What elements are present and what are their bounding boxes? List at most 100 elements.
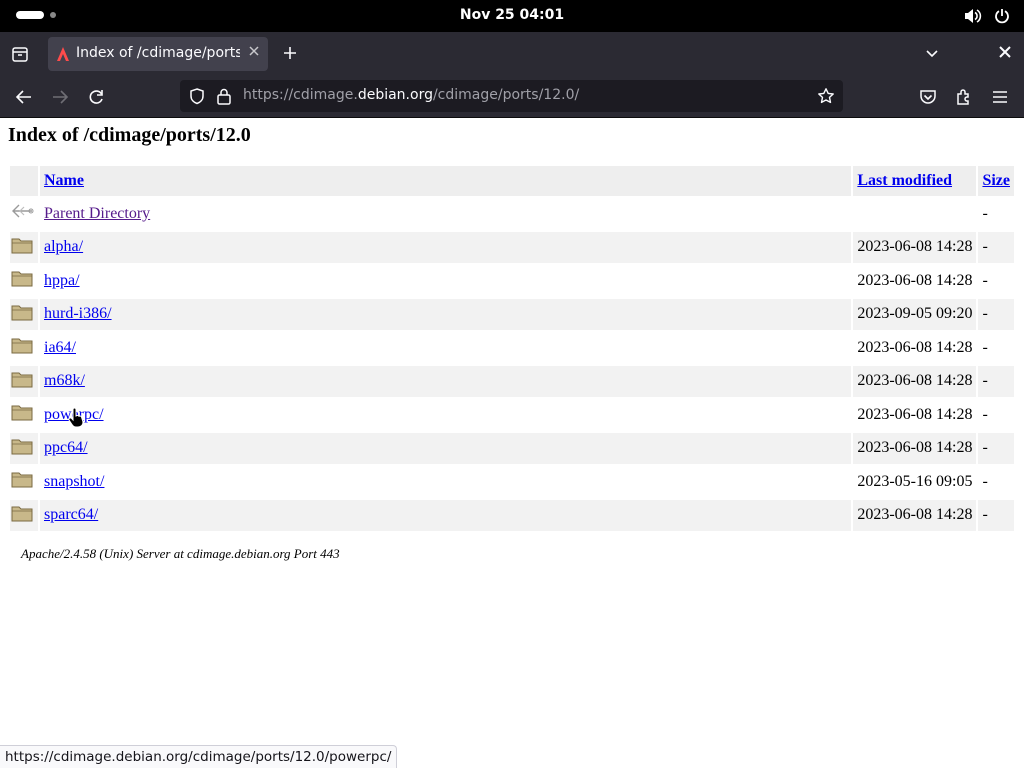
modified-cell: 2023-06-08 14:28 — [857, 271, 973, 289]
table-row: sparc64/ 2023-06-08 14:28 - — [10, 499, 1014, 531]
size-cell: - — [982, 271, 988, 289]
name-cell: powerpc/ — [40, 399, 851, 431]
directory-link[interactable]: alpha/ — [44, 238, 83, 255]
modified-column-header: Last modified — [853, 166, 977, 196]
tab-bar: Index of /cdimage/ports/12.0/ — [0, 32, 1024, 76]
forward-icon[interactable] — [50, 87, 70, 107]
directory-link[interactable]: ia64/ — [44, 339, 76, 356]
size-cell: - — [982, 405, 988, 423]
modified-cell: 2023-06-08 14:28 — [853, 365, 977, 397]
system-top-bar: Nov 25 04:01 — [0, 0, 1024, 32]
back-arrow-icon — [10, 198, 38, 230]
folder-icon — [10, 231, 38, 263]
address-bar[interactable]: https://cdimage.debian.org/cdimage/ports… — [180, 80, 843, 112]
power-icon — [994, 8, 1010, 28]
directory-link[interactable]: hppa/ — [44, 272, 80, 289]
page-content: Index of /cdimage/ports/12.0 Name Last m… — [0, 118, 1024, 768]
navigation-toolbar: https://cdimage.debian.org/cdimage/ports… — [0, 76, 1024, 118]
clock[interactable]: Nov 25 04:01 — [0, 7, 1024, 23]
hand-pointer-cursor-icon — [68, 407, 84, 433]
size-cell: - — [982, 472, 988, 490]
page-title: Index of /cdimage/ports/12.0 — [8, 124, 251, 146]
debian-favicon-icon — [56, 46, 70, 66]
folder-icon — [10, 399, 38, 431]
size-cell: - — [982, 338, 988, 356]
directory-link[interactable]: hurd-i386/ — [44, 305, 112, 322]
size-column-header: Size — [978, 166, 1014, 196]
table-row: snapshot/ 2023-05-16 09:05 - — [10, 466, 1014, 498]
tab-title: Index of /cdimage/ports/12.0/ — [76, 45, 240, 61]
lock-icon[interactable] — [216, 87, 232, 109]
folder-icon — [10, 332, 38, 364]
url-scheme: https://cdimage. — [243, 87, 358, 103]
directory-link[interactable]: ppc64/ — [44, 439, 88, 456]
window-close-icon[interactable] — [998, 45, 1012, 63]
list-all-tabs-icon[interactable] — [10, 44, 30, 64]
link-status-panel: https://cdimage.debian.org/cdimage/ports… — [0, 745, 398, 768]
back-icon[interactable] — [14, 87, 34, 107]
table-row: powerpc/ 2023-06-08 14:28 - — [10, 399, 1014, 431]
modified-cell: 2023-09-05 09:20 — [853, 298, 977, 330]
url-host: debian.org — [357, 87, 433, 103]
folder-icon — [10, 466, 38, 498]
name-cell: ppc64/ — [40, 432, 852, 464]
parent-size-cell: - — [982, 204, 988, 222]
name-cell: snapshot/ — [40, 466, 851, 498]
modified-cell: 2023-05-16 09:05 — [857, 472, 973, 490]
name-cell: hurd-i386/ — [40, 298, 852, 330]
table-row: ppc64/ 2023-06-08 14:28 - — [10, 432, 1014, 464]
extensions-icon[interactable] — [954, 87, 974, 107]
reload-icon[interactable] — [86, 87, 106, 107]
table-row: alpha/ 2023-06-08 14:28 - — [10, 231, 1014, 263]
server-signature: Apache/2.4.58 (Unix) Server at cdimage.d… — [21, 546, 340, 561]
table-row: m68k/ 2023-06-08 14:28 - — [10, 365, 1014, 397]
url-text[interactable]: https://cdimage.debian.org/cdimage/ports… — [243, 87, 579, 103]
modified-cell: 2023-06-08 14:28 — [853, 432, 977, 464]
modified-cell: 2023-06-08 14:28 — [857, 405, 973, 423]
parent-directory-row: Parent Directory - — [10, 198, 1014, 230]
tab-close-icon[interactable] — [248, 45, 260, 61]
name-cell: sparc64/ — [40, 499, 852, 531]
size-cell: - — [978, 231, 1014, 263]
volume-icon — [964, 8, 982, 28]
system-menu[interactable] — [964, 8, 1010, 28]
directory-link[interactable]: sparc64/ — [44, 506, 98, 523]
sort-by-modified-link[interactable]: Last modified — [857, 172, 952, 189]
modified-cell: 2023-06-08 14:28 — [853, 231, 977, 263]
sort-by-size-link[interactable]: Size — [982, 172, 1010, 189]
parent-modified-cell — [853, 198, 976, 230]
parent-directory-link[interactable]: Parent Directory — [44, 205, 150, 222]
directory-link[interactable]: snapshot/ — [44, 473, 104, 490]
parent-name-cell: Parent Directory — [40, 198, 851, 230]
size-cell: - — [978, 298, 1014, 330]
directory-link[interactable]: m68k/ — [44, 372, 85, 389]
name-cell: ia64/ — [40, 332, 851, 364]
table-header-row: Name Last modified Size — [10, 166, 1014, 196]
new-tab-icon[interactable] — [280, 43, 300, 63]
tracking-protection-shield-icon[interactable] — [188, 87, 206, 109]
modified-cell: 2023-06-08 14:28 — [857, 338, 973, 356]
pocket-icon[interactable] — [918, 87, 938, 107]
size-cell: - — [978, 499, 1014, 531]
size-cell: - — [978, 365, 1014, 397]
table-row: hppa/ 2023-06-08 14:28 - — [10, 265, 1014, 297]
folder-icon — [10, 365, 38, 397]
chevron-down-icon[interactable] — [924, 46, 940, 66]
size-cell: - — [978, 432, 1014, 464]
url-path: /cdimage/ports/12.0/ — [432, 87, 580, 103]
menu-hamburger-icon[interactable] — [990, 87, 1010, 107]
name-cell: m68k/ — [40, 365, 852, 397]
directory-listing-table: Name Last modified Size Parent Directory… — [8, 164, 1016, 533]
icon-column-header — [10, 166, 38, 196]
folder-icon — [10, 265, 38, 297]
modified-cell: 2023-06-08 14:28 — [853, 499, 977, 531]
name-column-header: Name — [40, 166, 852, 196]
folder-icon — [10, 499, 38, 531]
tab-active[interactable]: Index of /cdimage/ports/12.0/ — [48, 37, 268, 71]
folder-icon — [10, 298, 38, 330]
sort-by-name-link[interactable]: Name — [44, 172, 84, 189]
table-row: hurd-i386/ 2023-09-05 09:20 - — [10, 298, 1014, 330]
name-cell: alpha/ — [40, 231, 852, 263]
bookmark-star-icon[interactable] — [817, 87, 835, 109]
table-row: ia64/ 2023-06-08 14:28 - — [10, 332, 1014, 364]
